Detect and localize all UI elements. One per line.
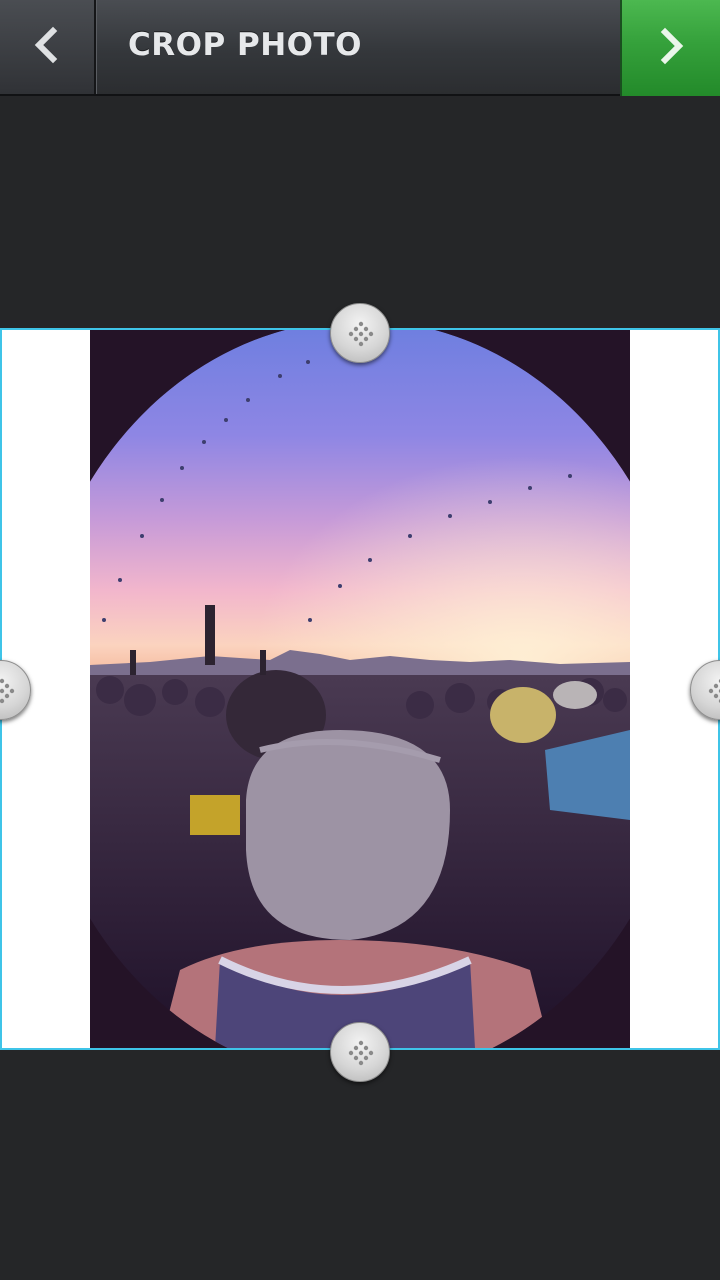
crop-handle-bottom[interactable] xyxy=(330,1022,390,1082)
chevron-left-icon xyxy=(27,25,67,69)
top-bar: CROP PHOTO xyxy=(0,0,720,96)
crop-handle-left[interactable] xyxy=(0,660,31,720)
crop-handle-right[interactable] xyxy=(690,660,720,720)
photo-image xyxy=(90,330,630,1048)
drag-grip-icon xyxy=(348,1040,374,1066)
chevron-right-icon xyxy=(651,26,691,70)
page-title: CROP PHOTO xyxy=(128,27,363,63)
divider xyxy=(96,0,97,94)
crop-handle-top[interactable] xyxy=(330,303,390,363)
drag-grip-icon xyxy=(348,321,374,347)
drag-grip-icon xyxy=(0,678,15,704)
drag-grip-icon xyxy=(708,679,720,703)
photo-preview[interactable] xyxy=(90,330,630,1048)
next-button[interactable] xyxy=(620,0,720,96)
back-button[interactable] xyxy=(0,0,96,94)
crop-photo-screen: CROP PHOTO xyxy=(0,0,720,1280)
